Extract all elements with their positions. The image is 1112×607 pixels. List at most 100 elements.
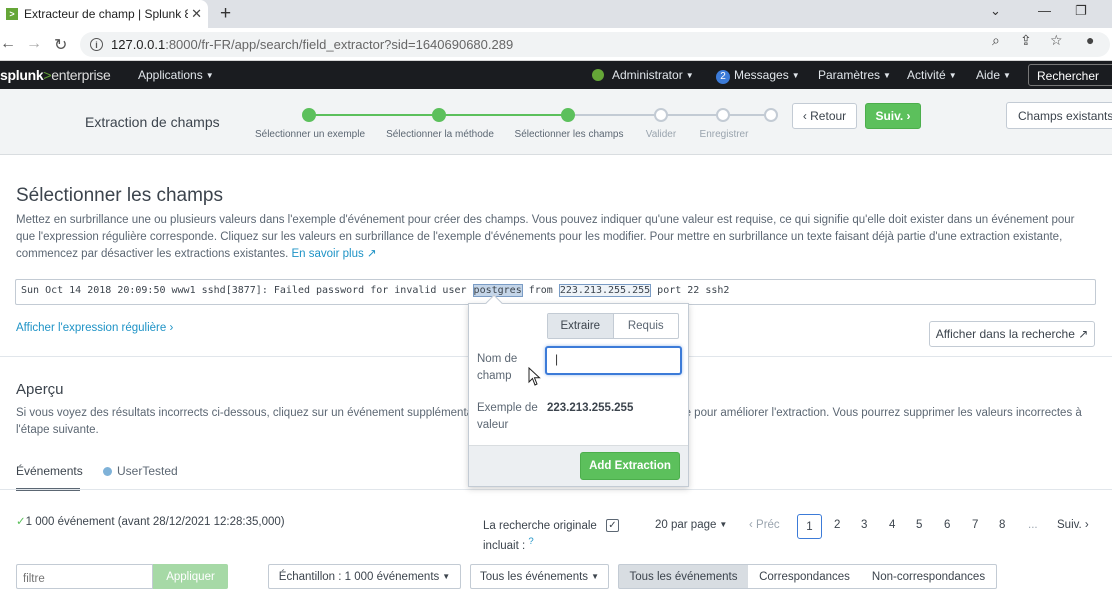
pagination-ellipsis: ... xyxy=(1028,519,1038,531)
profile-avatar-icon[interactable]: ● xyxy=(1086,32,1094,48)
event-text-suffix: port 22 ssh2 xyxy=(651,285,730,296)
pagination-page-5[interactable]: 5 xyxy=(916,519,922,531)
selection-ip-value[interactable]: 223.213.255.255 xyxy=(558,284,652,297)
apply-button[interactable]: Appliquer xyxy=(153,564,228,589)
original-search-line-2-text: incluait : xyxy=(483,539,526,552)
reload-icon[interactable]: ↻ xyxy=(54,35,67,55)
search-button[interactable]: Rechercher xyxy=(1028,64,1112,86)
user-label: Administrator xyxy=(612,68,683,82)
pagination-page-3[interactable]: 3 xyxy=(861,519,867,531)
wizard-title: Extraction de champs xyxy=(85,114,220,130)
applications-menu[interactable]: Applications ▼ xyxy=(138,68,214,82)
messages-menu[interactable]: 2 Messages ▼ xyxy=(716,68,800,84)
sample-dropdown-label: Échantillon : 1 000 événements xyxy=(278,570,440,583)
new-tab-icon[interactable]: + xyxy=(220,3,231,25)
sample-dropdown[interactable]: Échantillon : 1 000 événements ▼ xyxy=(268,564,461,589)
next-button[interactable]: Suiv. › xyxy=(865,103,921,129)
pagination-next[interactable]: Suiv. › xyxy=(1057,519,1089,531)
logo-enterprise: enterprise xyxy=(51,67,111,83)
step-label-validate: Valider xyxy=(645,129,677,140)
zoom-icon[interactable]: ⌕ xyxy=(992,32,1000,49)
sample-value: 223.213.255.255 xyxy=(547,402,634,414)
filter-input[interactable] xyxy=(16,564,153,589)
splunk-app-bar: splunk>enterprise Applications ▼ Administ… xyxy=(0,61,1112,89)
messages-count-badge: 2 xyxy=(716,70,730,84)
step-dot-2 xyxy=(432,108,446,122)
activity-label: Activité xyxy=(907,68,946,82)
forward-arrow-icon[interactable]: → xyxy=(26,35,42,53)
splunk-favicon-icon: > xyxy=(6,8,18,20)
splunk-logo[interactable]: splunk>enterprise xyxy=(0,67,111,83)
select-fields-heading: Sélectionner les champs xyxy=(16,185,223,206)
popover-footer: Add Extraction xyxy=(469,445,688,486)
checkmark-icon: ✓ xyxy=(16,516,26,528)
per-page-dropdown[interactable]: 20 par page ▼ xyxy=(655,519,727,531)
extract-required-toggle: Extraire Requis xyxy=(547,313,679,339)
events-filter-dropdown[interactable]: Tous les événements ▼ xyxy=(470,564,609,589)
browser-tab-strip: > Extracteur de champ | Splunk 8.2 ✕ + ⌄… xyxy=(0,0,1112,28)
add-extraction-button[interactable]: Add Extraction xyxy=(580,452,680,480)
highlight-user-value[interactable]: postgres xyxy=(472,284,523,297)
help-question-icon[interactable]: ? xyxy=(528,536,533,547)
tab-events[interactable]: Événements xyxy=(16,464,83,478)
show-regex-link[interactable]: Afficher l'expression régulière › xyxy=(16,322,173,334)
segment-matches[interactable]: Correspondances xyxy=(748,564,862,589)
original-search-line-2: incluait : ? xyxy=(483,534,597,554)
caret-down-icon: ▼ xyxy=(883,71,891,80)
user-status-icon xyxy=(592,69,604,81)
applications-label: Applications xyxy=(138,68,203,82)
url-field[interactable]: i 127.0.0.1:8000/fr-FR/app/search/field_… xyxy=(80,32,1110,57)
back-button[interactable]: ‹ Retour xyxy=(792,103,857,129)
url-host: 127.0.0.1 xyxy=(111,37,166,52)
settings-label: Paramètres xyxy=(818,68,881,82)
settings-menu[interactable]: Paramètres ▼ xyxy=(818,68,891,82)
extraction-popover: Extraire Requis Nom de champ | Exemple d… xyxy=(468,303,689,487)
original-search-label: La recherche originale incluait : ? xyxy=(483,518,597,554)
field-name-input[interactable]: | xyxy=(545,346,682,375)
help-menu[interactable]: Aide ▼ xyxy=(976,68,1011,82)
event-count-label: 1 000 événement (avant 28/12/2021 12:28:… xyxy=(25,516,285,528)
segment-non-matches[interactable]: Non-correspondances xyxy=(861,564,997,589)
required-toggle-button[interactable]: Requis xyxy=(614,314,679,338)
minimize-icon[interactable]: — xyxy=(1038,3,1051,18)
chevron-down-icon[interactable]: ⌄ xyxy=(990,3,1001,19)
extract-toggle-button[interactable]: Extraire xyxy=(548,314,614,338)
sample-event[interactable]: Sun Oct 14 2018 20:09:50 www1 sshd[3877]… xyxy=(15,279,1096,305)
browser-tab-title: Extracteur de champ | Splunk 8.2 xyxy=(24,7,188,21)
back-arrow-icon[interactable]: ← xyxy=(0,35,16,53)
restore-window-icon[interactable]: ❐ xyxy=(1075,3,1087,19)
step-dot-5 xyxy=(716,108,730,122)
pagination-page-1[interactable]: 1 xyxy=(797,514,822,539)
pagination-page-8[interactable]: 8 xyxy=(999,519,1005,531)
step-label-select-method: Sélectionner la méthode xyxy=(386,129,494,140)
external-link-icon: ↗ xyxy=(1078,327,1089,341)
steps-progress-todo xyxy=(568,114,771,116)
help-label: Aide xyxy=(976,68,1001,82)
close-tab-icon[interactable]: ✕ xyxy=(191,6,202,22)
bookmark-star-icon[interactable]: ☆ xyxy=(1050,32,1063,49)
pagination-page-6[interactable]: 6 xyxy=(944,519,950,531)
user-menu[interactable]: Administrator ▼ xyxy=(592,68,694,82)
caret-down-icon: ▼ xyxy=(591,572,599,581)
pagination-page-4[interactable]: 4 xyxy=(889,519,895,531)
events-filter-label: Tous les événements xyxy=(480,570,589,583)
original-search-checkbox[interactable]: ✓ xyxy=(606,519,619,532)
step-label-select-fields: Sélectionner les champs xyxy=(514,129,624,140)
pagination-page-2[interactable]: 2 xyxy=(834,519,840,531)
field-color-dot-icon xyxy=(103,467,112,476)
share-icon[interactable]: ⇪ xyxy=(1020,32,1032,49)
activity-menu[interactable]: Activité ▼ xyxy=(907,68,957,82)
pagination-prev[interactable]: ‹ Préc xyxy=(749,519,780,531)
segment-all-events[interactable]: Tous les événements xyxy=(618,564,749,589)
step-dot-3 xyxy=(561,108,575,122)
event-count: ✓1 000 événement (avant 28/12/2021 12:28… xyxy=(16,514,285,528)
learn-more-link[interactable]: En savoir plus ↗ xyxy=(292,248,377,260)
tab-usertested[interactable]: UserTested xyxy=(103,464,178,478)
browser-tab[interactable]: > Extracteur de champ | Splunk 8.2 ✕ xyxy=(0,0,208,28)
site-info-icon[interactable]: i xyxy=(90,38,103,51)
pagination-page-7[interactable]: 7 xyxy=(972,519,978,531)
caret-down-icon: ▼ xyxy=(442,572,451,581)
logo-splunk: splunk xyxy=(0,67,44,83)
existing-fields-button[interactable]: Champs existants › xyxy=(1006,102,1112,129)
show-in-search-button[interactable]: Afficher dans la recherche ↗ xyxy=(929,321,1095,347)
